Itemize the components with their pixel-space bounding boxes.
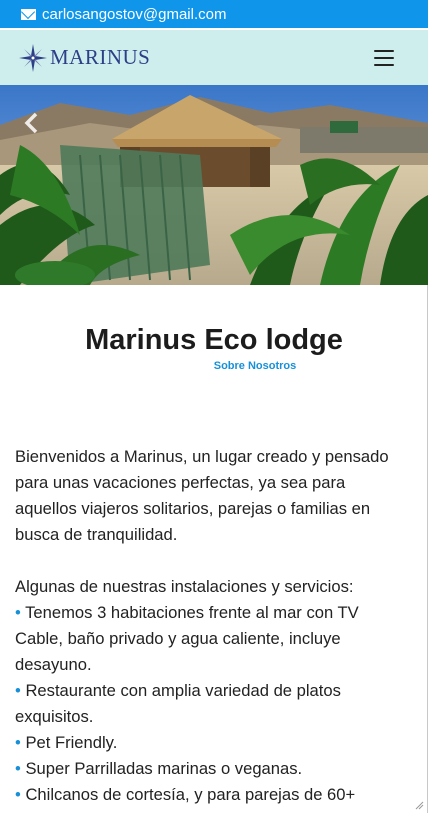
service-text: Tenemos 3 habitaciones frente al mar con… [15, 603, 359, 674]
service-text: Super Parrilladas marinas o veganas. [25, 759, 303, 778]
service-list-item: • Super Parrilladas marinas o veganas. [15, 756, 395, 782]
service-list-item: • Chilcanos de cortesía, y para parejas … [15, 782, 395, 813]
service-list-item: • Pet Friendly. [15, 730, 395, 756]
page-title: Marinus Eco lodge [85, 324, 343, 356]
bullet-icon: • [15, 759, 21, 778]
chevron-left-icon[interactable] [22, 111, 42, 135]
service-list-item: • Tenemos 3 habitaciones frente al mar c… [15, 600, 395, 678]
bullet-icon: • [15, 681, 21, 700]
hero-carousel[interactable] [0, 85, 428, 285]
bullet-icon: • [15, 785, 21, 804]
bullet-icon: • [15, 733, 21, 752]
service-text: Pet Friendly. [25, 733, 118, 752]
about-text: Bienvenidos a Marinus, un lugar creado y… [15, 444, 395, 813]
main-content: Marinus Eco lodge Sobre Nosotros Bienven… [0, 285, 428, 813]
navbar: MARINUS [0, 30, 428, 85]
top-contact-bar: carlosangostov@gmail.com [0, 0, 428, 28]
hamburger-icon[interactable] [374, 49, 394, 66]
intro-paragraph: Bienvenidos a Marinus, un lugar creado y… [15, 447, 389, 544]
bullet-icon: • [15, 603, 21, 622]
brand-name: MARINUS [50, 45, 151, 69]
page-subtitle: Sobre Nosotros [213, 360, 297, 372]
resize-grip-icon[interactable] [414, 800, 424, 810]
envelope-icon [21, 8, 36, 20]
hero-image [0, 85, 428, 285]
service-list-item: • Restaurante con amplia variedad de pla… [15, 678, 395, 730]
brand-logo[interactable]: MARINUS [18, 43, 150, 73]
compass-rose-icon [19, 43, 47, 72]
contact-email[interactable]: carlosangostov@gmail.com [42, 6, 226, 23]
service-text: Restaurante con amplia variedad de plato… [15, 681, 341, 726]
service-text: Chilcanos de cortesía, y para parejas de… [15, 785, 356, 813]
services-heading: Algunas de nuestras instalaciones y serv… [15, 577, 354, 596]
